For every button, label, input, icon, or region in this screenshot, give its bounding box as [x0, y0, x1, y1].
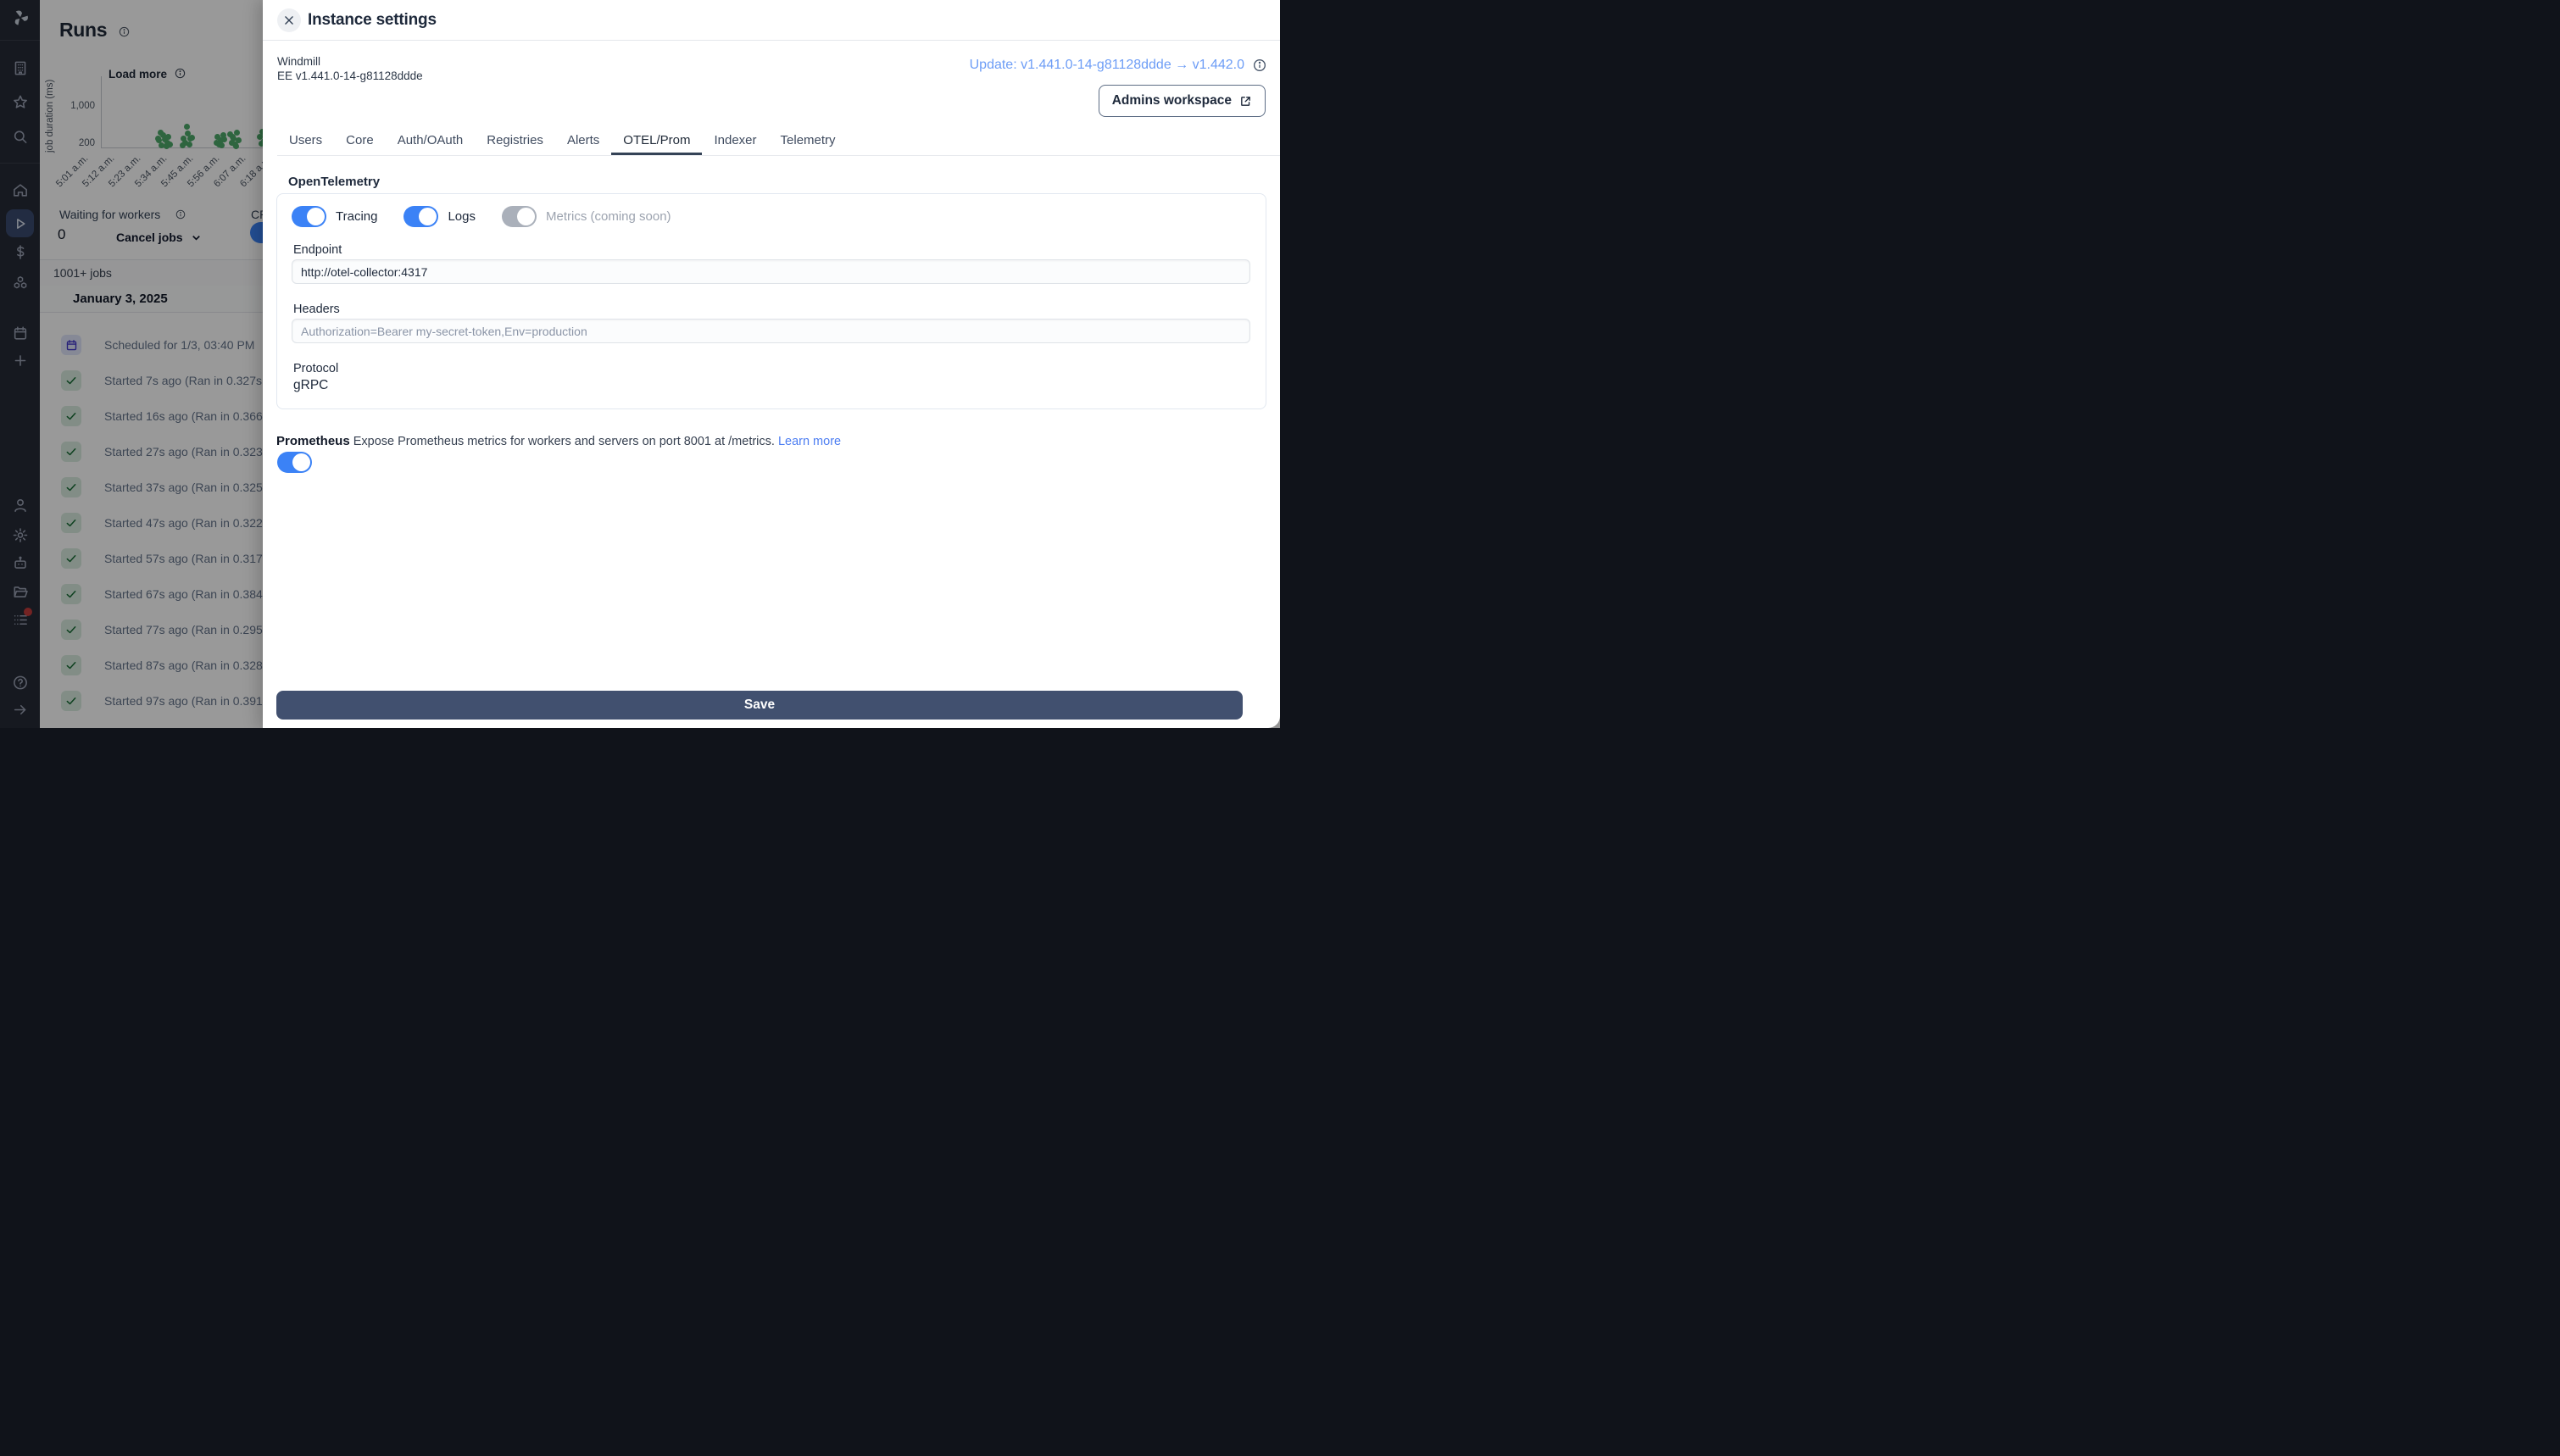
drawer-title: Instance settings — [308, 11, 437, 29]
tab-indexer[interactable]: Indexer — [702, 128, 768, 155]
version-string: EE v1.441.0-14-g81128ddde — [277, 69, 423, 82]
metrics-label: Metrics (coming soon) — [546, 209, 671, 224]
instance-settings-drawer: Instance settings Windmill EE v1.441.0-1… — [263, 0, 1280, 728]
opentelemetry-heading: OpenTelemetry — [288, 175, 381, 189]
metrics-toggle — [502, 206, 537, 227]
opentelemetry-card: Tracing Logs Metrics (coming soon) Endpo… — [276, 193, 1266, 409]
save-button[interactable]: Save — [276, 691, 1243, 720]
prometheus-description: Expose Prometheus metrics for workers an… — [353, 435, 775, 448]
tracing-toggle[interactable] — [292, 206, 326, 227]
info-icon[interactable] — [1253, 58, 1266, 72]
learn-more-link[interactable]: Learn more — [778, 435, 841, 448]
protocol-label: Protocol — [293, 362, 339, 375]
close-button[interactable] — [277, 8, 301, 32]
endpoint-input[interactable] — [292, 259, 1250, 284]
external-link-icon — [1239, 95, 1252, 108]
update-link[interactable]: Update: v1.441.0-14-g81128ddde → v1.442.… — [970, 58, 1244, 73]
app-window: Runs job duration (ms) Load more 1,000 2… — [0, 0, 1280, 728]
endpoint-label: Endpoint — [293, 243, 342, 257]
logs-label: Logs — [448, 209, 476, 224]
tracing-label: Tracing — [336, 209, 378, 224]
tab-telemetry[interactable]: Telemetry — [769, 128, 848, 155]
app-name: Windmill — [277, 55, 321, 68]
tab-core[interactable]: Core — [334, 128, 386, 155]
prometheus-section: Prometheus Expose Prometheus metrics for … — [276, 434, 841, 448]
headers-label: Headers — [293, 303, 340, 316]
settings-tabs: Users Core Auth/OAuth Registries Alerts OTEL/… — [277, 128, 1280, 156]
drawer-header: Instance settings — [263, 0, 1280, 41]
tab-alerts[interactable]: Alerts — [555, 128, 611, 155]
tab-registries[interactable]: Registries — [475, 128, 555, 155]
admins-workspace-button[interactable]: Admins workspace — [1098, 85, 1266, 117]
tab-otel-prom[interactable]: OTEL/Prom — [611, 128, 703, 155]
protocol-value[interactable]: gRPC — [293, 378, 328, 393]
close-icon — [283, 14, 295, 26]
tab-users[interactable]: Users — [277, 128, 334, 155]
prometheus-heading: Prometheus — [276, 434, 350, 448]
update-row: Update: v1.441.0-14-g81128ddde → v1.442.… — [970, 58, 1266, 73]
tab-auth-oauth[interactable]: Auth/OAuth — [386, 128, 476, 155]
prometheus-toggle[interactable] — [277, 452, 312, 473]
logs-toggle[interactable] — [403, 206, 439, 227]
version-info: Windmill EE v1.441.0-14-g81128ddde — [277, 54, 423, 83]
otel-toggles-row: Tracing Logs Metrics (coming soon) — [292, 206, 698, 227]
headers-input[interactable] — [292, 319, 1250, 343]
